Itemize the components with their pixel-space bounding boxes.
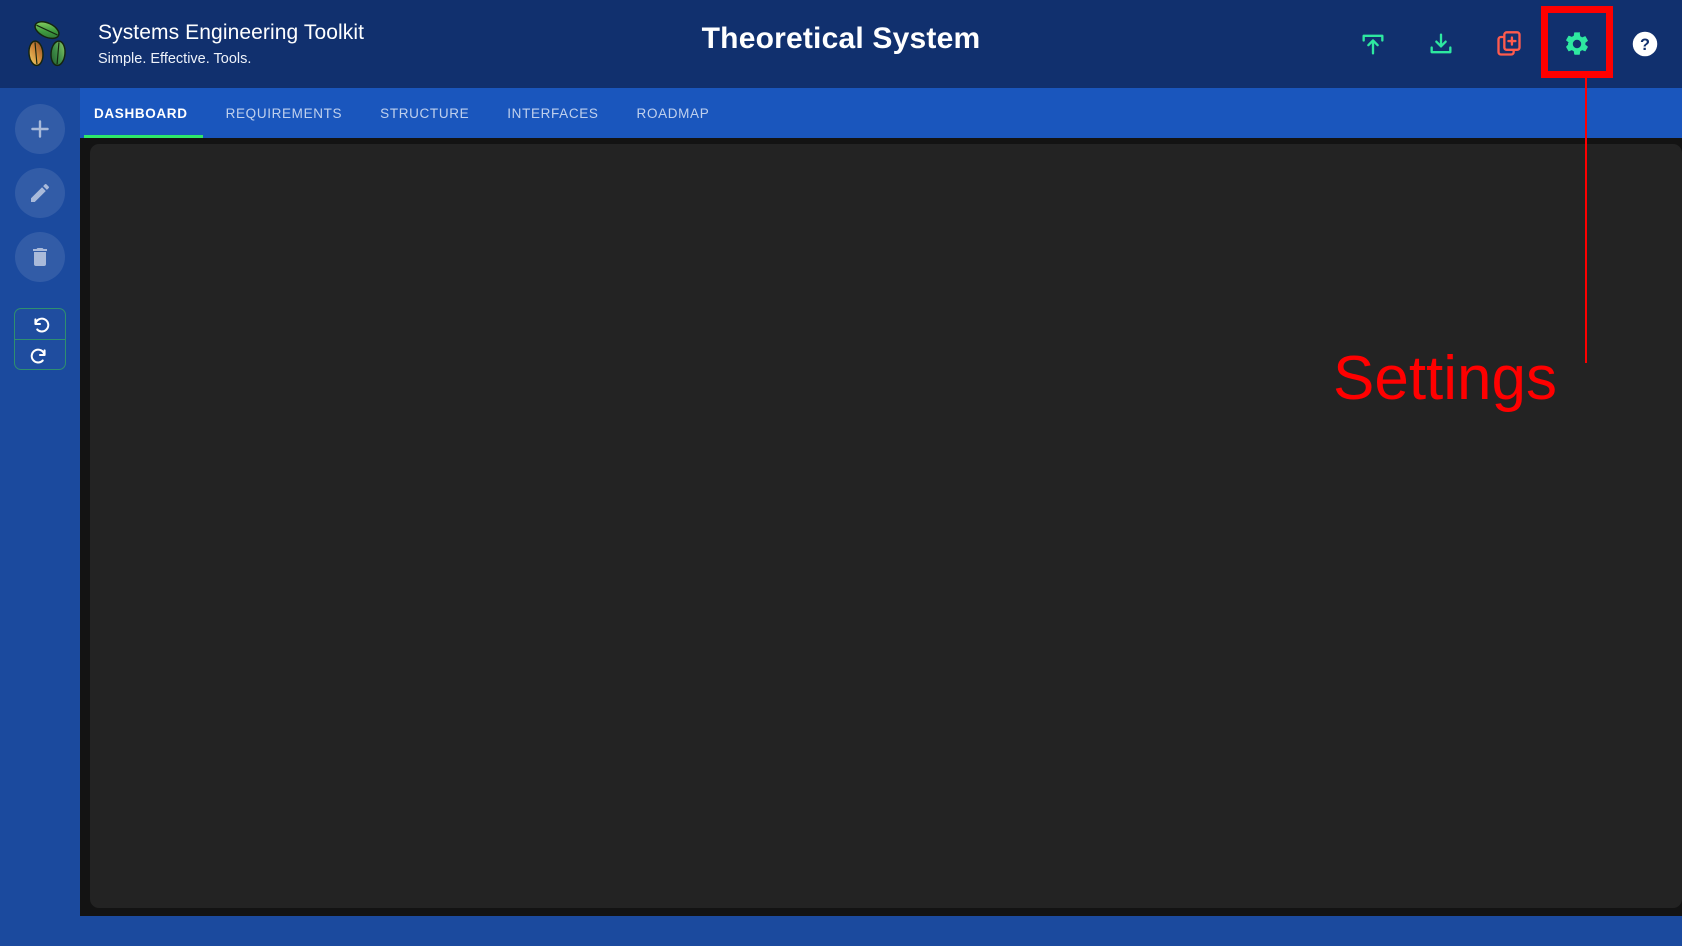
delete-button[interactable] (15, 232, 65, 282)
gear-icon (1563, 30, 1591, 58)
svg-text:?: ? (1640, 36, 1650, 54)
redo-arrow-icon (29, 344, 51, 366)
trash-icon (28, 245, 52, 269)
edit-button[interactable] (15, 168, 65, 218)
help-button[interactable]: ? (1624, 23, 1666, 65)
history-controls (14, 308, 66, 370)
upload-button[interactable] (1352, 23, 1394, 65)
tab-structure[interactable]: STRUCTURE (361, 88, 488, 138)
new-project-button[interactable] (1488, 23, 1530, 65)
pencil-icon (28, 181, 52, 205)
app-header: Systems Engineering Toolkit Simple. Effe… (0, 0, 1682, 88)
redo-button[interactable] (15, 339, 65, 369)
help-circle-icon: ? (1631, 30, 1659, 58)
brand-tagline: Simple. Effective. Tools. (98, 50, 252, 67)
brand-text: Systems Engineering Toolkit Simple. Effe… (98, 20, 364, 69)
brand-title: Systems Engineering Toolkit (98, 20, 365, 44)
tab-dashboard[interactable]: DASHBOARD (80, 88, 207, 138)
left-sidebar (0, 88, 80, 946)
add-button[interactable] (15, 104, 65, 154)
header-actions: ? (1352, 0, 1666, 88)
three-leaves-recycle-logo-icon (18, 15, 76, 73)
upload-icon (1359, 30, 1387, 58)
tab-requirements[interactable]: REQUIREMENTS (207, 88, 362, 138)
content-frame (80, 138, 1682, 916)
download-icon (1427, 30, 1455, 58)
tab-interfaces[interactable]: INTERFACES (488, 88, 617, 138)
app-window: Systems Engineering Toolkit Simple. Effe… (0, 0, 1682, 946)
undo-button[interactable] (15, 309, 65, 339)
download-button[interactable] (1420, 23, 1462, 65)
tab-bar: DASHBOARD REQUIREMENTS STRUCTURE INTERFA… (80, 88, 1682, 138)
new-file-plus-icon (1495, 30, 1523, 58)
page-bottom-strip (0, 916, 1682, 946)
undo-arrow-icon (29, 313, 51, 335)
settings-button[interactable] (1541, 6, 1613, 78)
tab-roadmap[interactable]: ROADMAP (618, 88, 729, 138)
brand: Systems Engineering Toolkit Simple. Effe… (18, 15, 364, 73)
dashboard-panel (90, 144, 1682, 908)
plus-icon (27, 116, 53, 142)
